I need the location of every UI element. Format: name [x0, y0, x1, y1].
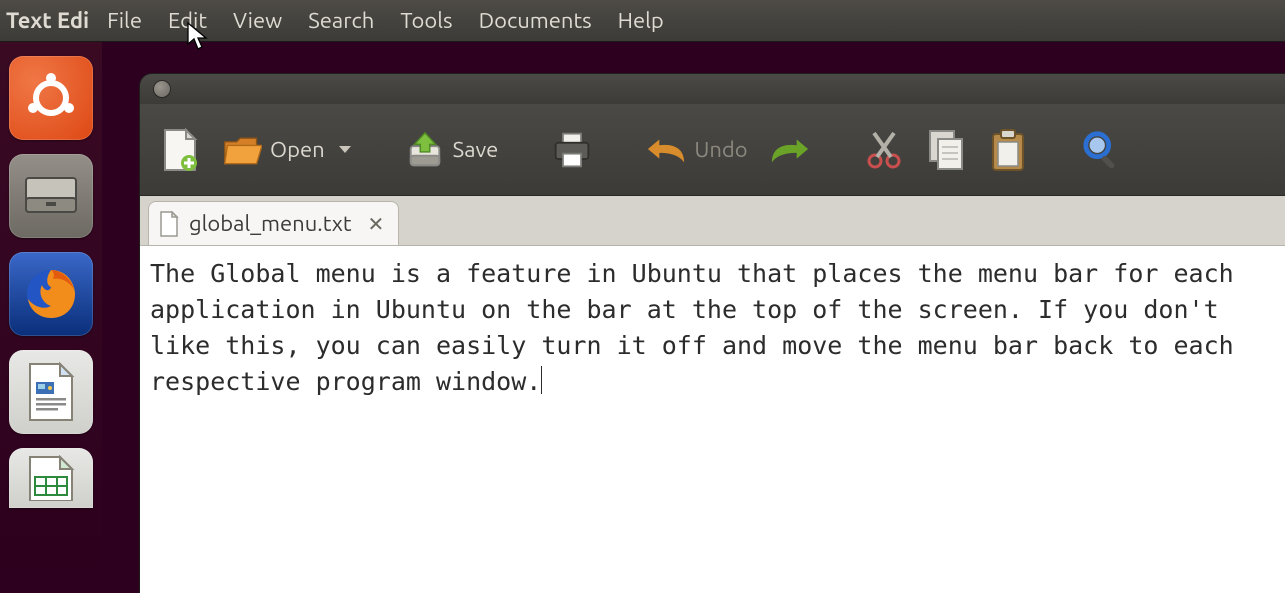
scissors-icon: [864, 128, 904, 172]
print-icon: [552, 128, 592, 172]
global-menu-bar: Text Edi File Edit View Search Tools Doc…: [0, 0, 1285, 42]
redo-icon: [770, 128, 810, 172]
writer-document-icon: [26, 362, 76, 422]
undo-icon: [646, 128, 686, 172]
menu-tools[interactable]: Tools: [400, 8, 452, 33]
menu-documents[interactable]: Documents: [479, 8, 592, 33]
window-titlebar[interactable]: [140, 74, 1285, 104]
calc-document-icon: [26, 455, 76, 501]
editor-toolbar: Open Save: [140, 104, 1285, 196]
print-button[interactable]: [546, 124, 598, 176]
launcher-libreoffice-calc[interactable]: [9, 448, 93, 508]
launcher-files[interactable]: [9, 154, 93, 238]
paste-icon: [988, 128, 1028, 172]
paste-button[interactable]: [982, 124, 1034, 176]
save-label: Save: [453, 137, 499, 162]
search-icon: [1082, 128, 1122, 172]
editor-content: The Global menu is a feature in Ubuntu t…: [150, 259, 1249, 396]
undo-button[interactable]: Undo: [640, 124, 753, 176]
menu-search[interactable]: Search: [308, 8, 374, 33]
copy-button[interactable]: [920, 124, 972, 176]
menu-view[interactable]: View: [233, 8, 282, 33]
launcher-firefox[interactable]: [9, 252, 93, 336]
find-button[interactable]: [1076, 124, 1128, 176]
menu-help[interactable]: Help: [618, 8, 664, 33]
document-tab[interactable]: global_menu.txt ✕: [148, 201, 399, 245]
save-icon: [405, 128, 445, 172]
firefox-icon: [20, 263, 82, 325]
menu-file[interactable]: File: [107, 8, 142, 33]
ubuntu-logo-icon: [25, 72, 77, 124]
active-app-name: Text Edi: [6, 8, 89, 33]
gedit-window: Open Save: [140, 74, 1285, 593]
file-icon: [159, 211, 179, 237]
open-label: Open: [270, 137, 325, 162]
open-dropdown-icon[interactable]: [339, 146, 351, 153]
undo-label: Undo: [694, 137, 747, 162]
folder-open-icon: [222, 128, 262, 172]
editor-text-area[interactable]: The Global menu is a feature in Ubuntu t…: [140, 246, 1285, 593]
copy-icon: [926, 128, 966, 172]
window-close-button[interactable]: [154, 81, 170, 97]
open-button[interactable]: Open: [216, 124, 357, 176]
launcher-libreoffice-writer[interactable]: [9, 350, 93, 434]
editor-tab-bar: global_menu.txt ✕: [140, 196, 1285, 246]
launcher-ubuntu-dash[interactable]: [9, 56, 93, 140]
unity-launcher: [0, 42, 102, 593]
text-caret: [541, 366, 542, 394]
cut-button[interactable]: [858, 124, 910, 176]
file-manager-icon: [22, 172, 80, 220]
new-document-icon: [160, 128, 200, 172]
menu-edit[interactable]: Edit: [168, 8, 207, 33]
redo-button[interactable]: [764, 124, 816, 176]
tab-filename: global_menu.txt: [189, 211, 351, 236]
new-document-button[interactable]: [154, 124, 206, 176]
save-button[interactable]: Save: [399, 124, 505, 176]
tab-close-button[interactable]: ✕: [367, 212, 384, 236]
